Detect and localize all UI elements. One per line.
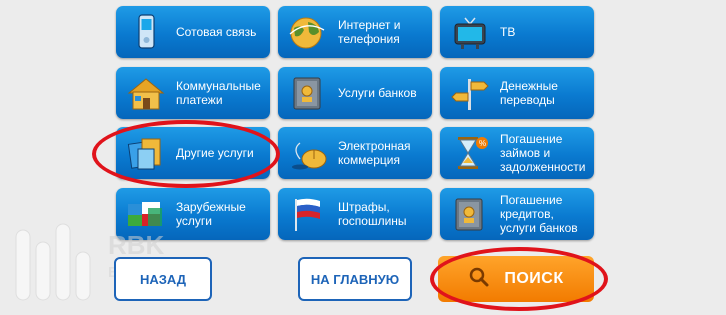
- globe-icon: [286, 12, 330, 52]
- signpost-icon: [448, 73, 492, 113]
- tile-tv[interactable]: ТВ: [440, 6, 594, 58]
- russia-flag-icon: [286, 194, 330, 234]
- tile-label: Зарубежные услуги: [176, 200, 246, 228]
- flags-icon: [124, 194, 168, 234]
- hourglass-icon: %: [448, 133, 492, 173]
- tile-credit-repayment[interactable]: Погашение кредитов, услуги банков: [440, 188, 594, 240]
- back-button-label: НАЗАД: [139, 271, 187, 287]
- search-button[interactable]: ПОИСК: [438, 256, 594, 302]
- tile-other-services[interactable]: Другие услуги: [116, 127, 270, 179]
- tile-label: Сотовая связь: [176, 25, 257, 39]
- back-button[interactable]: НАЗАД: [114, 257, 212, 301]
- tile-label: Услуги банков: [338, 86, 417, 100]
- home-button[interactable]: НА ГЛАВНУЮ: [298, 257, 412, 301]
- folders-icon: [124, 133, 168, 173]
- computer-mouse-icon: [286, 133, 330, 173]
- home-button-label: НА ГЛАВНУЮ: [310, 271, 400, 287]
- tile-fines-fees[interactable]: Штрафы, госпошлины: [278, 188, 432, 240]
- tile-label: Штрафы, госпошлины: [338, 200, 407, 228]
- safe-icon: [286, 73, 330, 113]
- tile-label: Погашение займов и задолженности: [500, 132, 586, 174]
- tile-label: Интернет и телефония: [338, 18, 401, 46]
- tv-icon: [448, 12, 492, 52]
- tile-loans-debt[interactable]: % Погашение займов и задолженности: [440, 127, 594, 179]
- tile-utilities[interactable]: Коммунальные платежи: [116, 67, 270, 119]
- tile-mobile[interactable]: Сотовая связь: [116, 6, 270, 58]
- tile-banks[interactable]: Услуги банков: [278, 67, 432, 119]
- tile-label: Другие услуги: [176, 146, 254, 160]
- house-icon: [124, 73, 168, 113]
- tile-label: ТВ: [500, 25, 516, 39]
- svg-text:%: %: [479, 139, 486, 148]
- tile-internet[interactable]: Интернет и телефония: [278, 6, 432, 58]
- tile-label: Денежные переводы: [500, 79, 558, 107]
- tile-label: Коммунальные платежи: [176, 79, 261, 107]
- phone-icon: [124, 12, 168, 52]
- tile-label: Погашение кредитов, услуги банков: [500, 193, 578, 235]
- search-button-label: ПОИСК: [504, 270, 564, 287]
- tile-transfers[interactable]: Денежные переводы: [440, 67, 594, 119]
- tile-foreign-services[interactable]: Зарубежные услуги: [116, 188, 270, 240]
- safe-icon: [448, 194, 492, 234]
- tile-label: Электронная коммерция: [338, 139, 411, 167]
- search-icon: [468, 266, 490, 293]
- tile-ecommerce[interactable]: Электронная коммерция: [278, 127, 432, 179]
